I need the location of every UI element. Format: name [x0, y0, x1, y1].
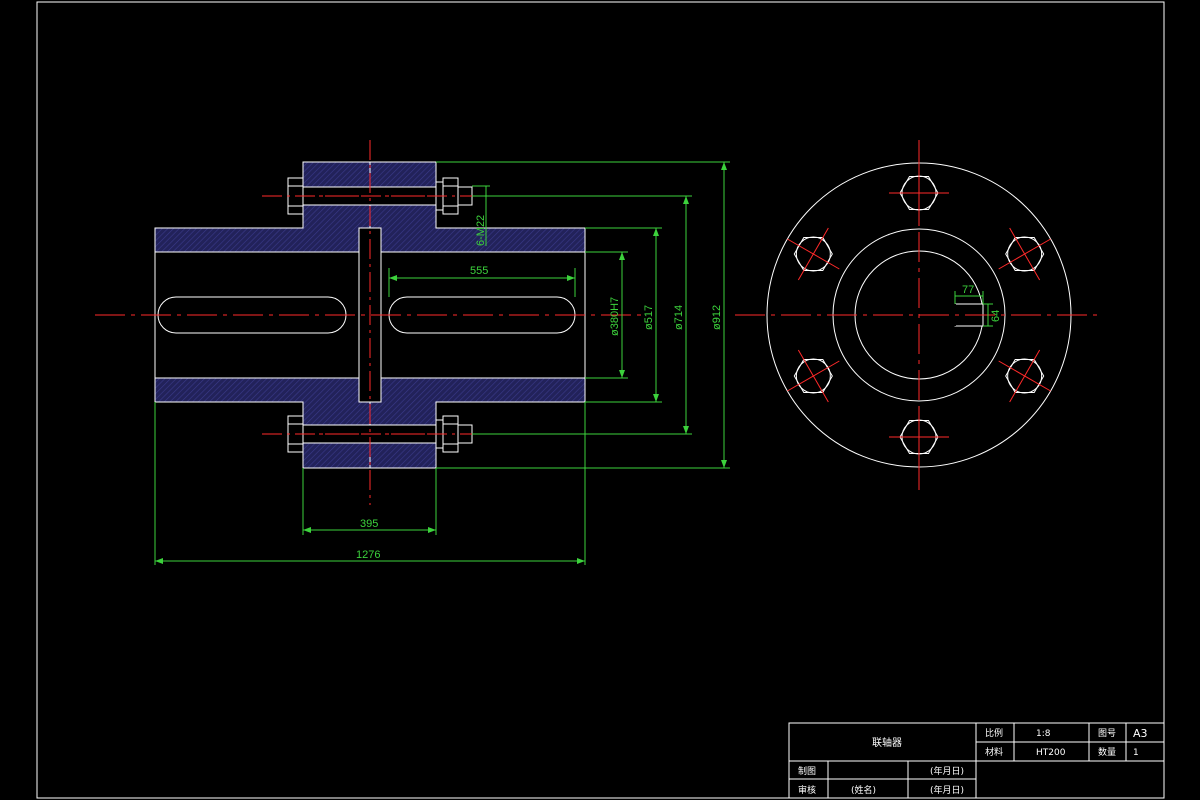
quantity-value: 1 — [1133, 748, 1139, 758]
cad-drawing: 6-M22 555 ø380H7 ø517 ø714 ø912 395 1276… — [36, 1, 1165, 799]
bolt-head-3 — [998, 349, 1051, 403]
dim-overall-length: 1276 — [356, 549, 380, 561]
dim-flange-width: 395 — [360, 518, 378, 530]
dim-keyway-width: 77 — [962, 284, 974, 296]
scale-label: 比例 — [985, 727, 1003, 739]
material-label: 材料 — [985, 746, 1003, 758]
checked-label: 审核 — [798, 784, 816, 796]
dim-keyway-depth: 64 — [990, 310, 1002, 322]
part-name: 联轴器 — [872, 736, 902, 749]
dim-d714: ø714 — [673, 305, 685, 330]
bolt-head-5 — [787, 349, 840, 403]
drawing-no-value: A3 — [1133, 727, 1148, 740]
checked-date: (年月日) — [930, 784, 964, 796]
dim-d912: ø912 — [711, 305, 723, 330]
bolt-head-2 — [998, 227, 1051, 281]
section-view — [95, 140, 645, 505]
quantity-label: 数量 — [1098, 746, 1116, 758]
bolt-head-6 — [787, 227, 840, 281]
dimensions-side — [154, 161, 730, 565]
scale-value: 1:8 — [1036, 729, 1051, 739]
drawing-no-label: 图号 — [1098, 728, 1116, 739]
dim-slot-length: 555 — [470, 265, 488, 277]
drawn-label: 制图 — [798, 765, 816, 777]
dim-bolt-spec: 6-M22 — [475, 215, 487, 246]
drawn-date: (年月日) — [930, 765, 964, 777]
dim-d517: ø517 — [643, 305, 655, 330]
material-value: HT200 — [1036, 748, 1066, 758]
dim-bore: ø380H7 — [609, 297, 621, 336]
checked-name: (姓名) — [851, 784, 876, 796]
